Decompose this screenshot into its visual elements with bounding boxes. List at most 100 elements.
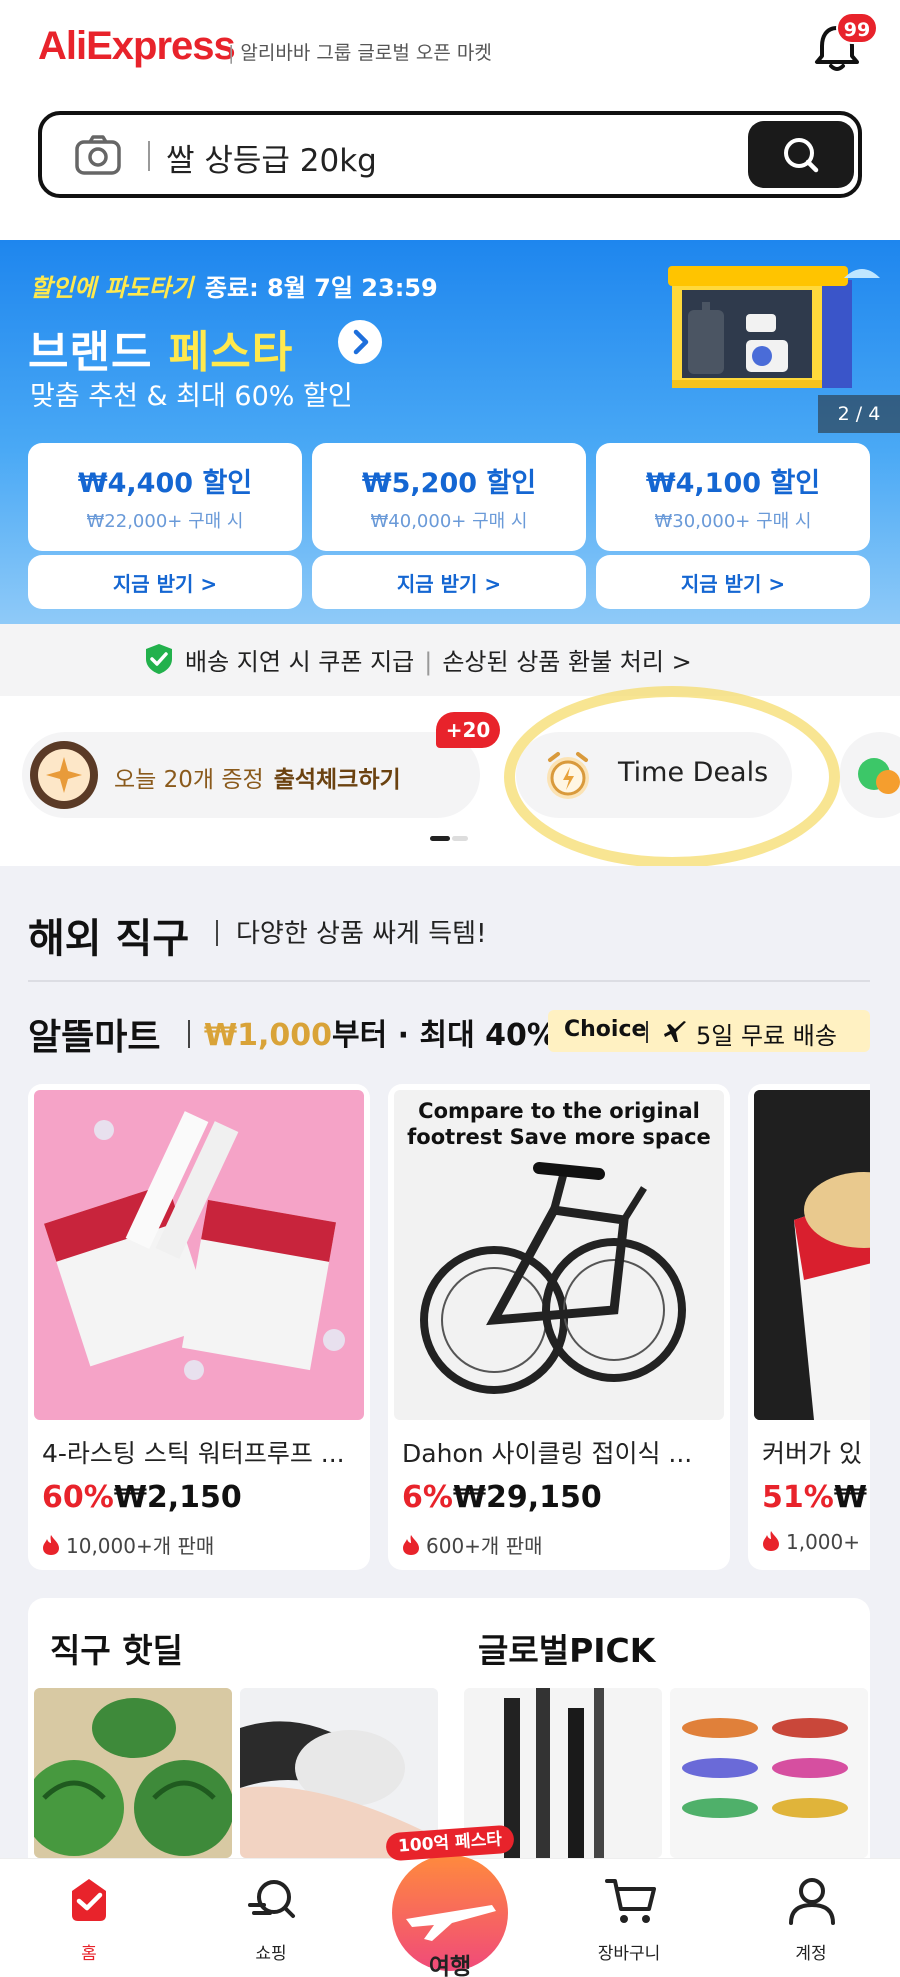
coupon-claim-label: 지금 받기 >	[396, 572, 502, 596]
product-image	[754, 1090, 870, 1420]
choice-shipping-badge: Choice 5일 무료 배송	[548, 1010, 870, 1052]
product-card[interactable]: Compare to the original footrest Save mo…	[388, 1084, 730, 1570]
product-image	[34, 1090, 364, 1420]
product-price: 6%₩29,150	[402, 1480, 602, 1515]
global-pick-title[interactable]: 글로벌PICK	[478, 1624, 655, 1672]
nav-account[interactable]: 계정	[746, 1859, 876, 1977]
carousel-dot	[452, 836, 468, 841]
product-card[interactable]: 4-라스팅 스틱 워터프루프 ... 60%₩2,150 10,000+개 판매	[28, 1084, 370, 1570]
product-sold-label: 1,000+	[786, 1530, 861, 1554]
aliexpress-logo[interactable]: AliExpress	[38, 24, 236, 69]
coupon-claim-label: 지금 받기 >	[112, 572, 218, 596]
airplane-icon	[664, 1021, 686, 1042]
coin-icon	[30, 741, 98, 809]
banner-title: 브랜드 페스타	[28, 316, 293, 380]
nav-travel-label: 여행	[428, 1954, 472, 1977]
nav-home-label: 홈	[81, 1944, 97, 1964]
coupon-amount: ₩4,400 할인	[77, 468, 253, 499]
home-bag-icon	[72, 1879, 106, 1921]
banner-page-indicator: 2 / 4	[818, 395, 900, 433]
search-icon	[784, 138, 819, 173]
mart-price-from: ₩1,000	[204, 1018, 332, 1053]
product-sold-count: 1,000+	[762, 1530, 860, 1554]
user-icon	[789, 1878, 835, 1925]
deal-image-watermelon[interactable]	[34, 1688, 232, 1858]
shield-check-icon	[146, 644, 172, 674]
header: AliExpress | 알리바바 그룹 글로벌 오픈 마켓 99 쌀 상등급 2…	[0, 0, 900, 240]
mart-title[interactable]: 알뜰마트	[28, 1008, 160, 1060]
nav-cart[interactable]: 장바구니	[564, 1859, 694, 1977]
nav-account-label: 계정	[795, 1944, 827, 1964]
coupon-claim-button[interactable]: 지금 받기 >	[596, 555, 870, 609]
mart-promo-rest: 부터 · 최대 40%	[331, 1018, 557, 1053]
coupon-condition: ₩22,000+ 구매 시	[86, 511, 244, 532]
flame-icon	[403, 1535, 419, 1555]
product-sold-count: 600+개 판매	[402, 1530, 543, 1559]
nav-home[interactable]: 홈	[24, 1859, 154, 1977]
nav-shopping[interactable]: 쇼핑	[206, 1859, 336, 1977]
deal-image-fishing-lures[interactable]	[670, 1688, 868, 1858]
coupon-claim-button[interactable]: 지금 받기 >	[28, 555, 302, 609]
bottom-navigation: 홈 쇼핑 100억 페스타 여행 장바구니 계정	[0, 1824, 900, 1977]
nav-cart-label: 장바구니	[597, 1944, 661, 1964]
buyer-guarantee-strip[interactable]: 배송 지연 시 쿠폰 지급 | 손상된 상품 환불 처리 >	[0, 624, 900, 696]
product-name: 4-라스팅 스틱 워터프루프 ...	[42, 1439, 345, 1468]
product-discount: 6%	[402, 1480, 453, 1515]
guarantee-text: 배송 지연 시 쿠폰 지급 | 손상된 상품 환불 처리 >	[143, 642, 692, 677]
cart-icon	[605, 1879, 656, 1923]
shopping-search-icon	[248, 1880, 295, 1918]
deals-card: 직구 핫딜 글로벌PICK	[28, 1598, 870, 1858]
carousel-dot-active	[430, 836, 450, 841]
coupon-card[interactable]: ₩4,100 할인 ₩30,000+ 구매 시 지금 받기 >	[596, 443, 870, 609]
coupon-claim-button[interactable]: 지금 받기 >	[312, 555, 586, 609]
product-discount: 51%	[762, 1480, 834, 1515]
section-divider	[216, 920, 218, 946]
product-price-value: ₩29,150	[452, 1480, 602, 1515]
choice-divider	[646, 1021, 648, 1043]
search-bar[interactable]: 쌀 상등급 20kg	[38, 111, 862, 198]
money-cloud-icon	[858, 758, 900, 794]
banner-title-festa: 페스타	[168, 327, 294, 378]
flame-icon	[763, 1531, 779, 1551]
nav-travel-festa[interactable]: 100억 페스타 여행	[382, 1824, 518, 1977]
product-sold-label: 600+개 판매	[426, 1534, 543, 1558]
promo-end-time: 종료: 8월 7일 23:59	[204, 274, 438, 302]
flame-icon	[43, 1535, 59, 1555]
banner-arrow-button[interactable]	[338, 320, 382, 364]
check-in-button[interactable]: 오늘 20개 증정 출석체크하기	[22, 732, 480, 818]
coupon-condition: ₩30,000+ 구매 시	[654, 511, 812, 532]
coupon-card[interactable]: ₩4,400 할인 ₩22,000+ 구매 시 지금 받기 >	[28, 443, 302, 609]
coupon-claim-label: 지금 받기 >	[680, 572, 786, 596]
product-card[interactable]: 커버가 있 51%₩1 1,000+	[748, 1084, 870, 1570]
mart-divider	[188, 1020, 190, 1048]
coupon-card[interactable]: ₩5,200 할인 ₩40,000+ 구매 시 지금 받기 >	[312, 443, 586, 609]
hot-deals-title[interactable]: 직구 핫딜	[50, 1624, 183, 1672]
product-sold-label: 10,000+개 판매	[66, 1534, 215, 1558]
product-price: 51%₩1	[762, 1480, 870, 1515]
search-button[interactable]	[748, 121, 854, 188]
more-quick-action-button[interactable]	[840, 732, 900, 818]
check-in-reward: 오늘 20개 증정	[114, 767, 264, 793]
coupon-amount: ₩5,200 할인	[361, 468, 537, 499]
product-discount: 60%	[42, 1480, 114, 1515]
coupon-body: ₩5,200 할인 ₩40,000+ 구매 시	[312, 443, 586, 551]
mart-promo: ₩1,000부터 · 최대 40%	[204, 1010, 557, 1054]
product-price: 60%₩2,150	[42, 1480, 242, 1515]
product-name: Dahon 사이클링 접이식 ...	[402, 1439, 693, 1468]
guarantee-refund: 손상된 상품 환불 처리 >	[442, 648, 692, 676]
chevron-right-icon	[353, 329, 369, 355]
carousel-dots	[430, 836, 470, 842]
time-deals-highlight-annotation	[504, 686, 840, 868]
search-input[interactable]: 쌀 상등급 20kg	[166, 135, 377, 180]
brand-festa-banner[interactable]: 할인에 파도타기 종료: 8월 7일 23:59 브랜드 페스타 맞춤 추천 & …	[0, 240, 900, 624]
promo-highlight: 할인에 파도타기	[30, 274, 193, 302]
product-sold-count: 10,000+개 판매	[42, 1530, 214, 1559]
tagline-text: 알리바바 그룹 글로벌 오픈 마켓	[240, 42, 492, 64]
product-price-value: ₩1	[833, 1480, 870, 1515]
coupon-body: ₩4,400 할인 ₩22,000+ 구매 시	[28, 443, 302, 551]
check-in-cta: 출석체크하기	[273, 767, 401, 793]
guarantee-delay-coupon: 배송 지연 시 쿠폰 지급	[185, 648, 415, 676]
check-in-label: 오늘 20개 증정 출석체크하기	[114, 760, 401, 794]
camera-icon[interactable]	[74, 133, 122, 177]
header-tagline: | 알리바바 그룹 글로벌 오픈 마켓	[228, 42, 492, 64]
